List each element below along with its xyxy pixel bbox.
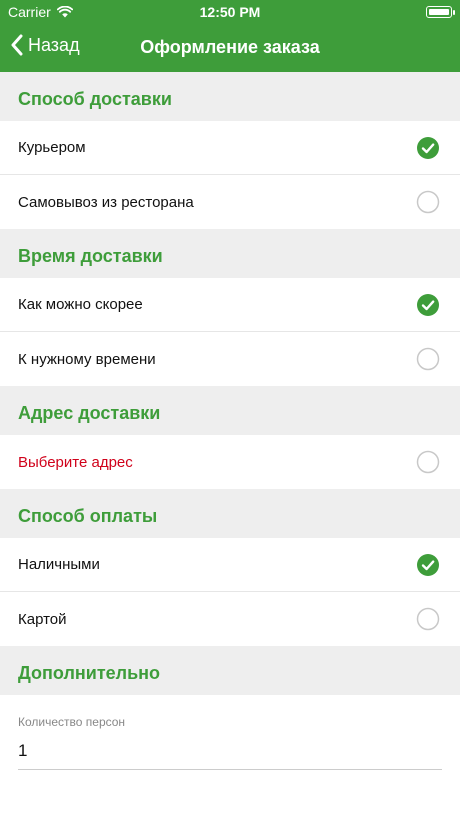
battery-icon — [426, 6, 455, 18]
delivery-method-options: Курьером Самовывоз из ресторана — [0, 121, 460, 229]
payment-method-options: Наличными Картой — [0, 538, 460, 646]
empty-circle-icon — [416, 607, 440, 631]
screen: Carrier 12:50 PM Назад Оформление заказа… — [0, 0, 460, 818]
status-time: 12:50 PM — [199, 4, 261, 20]
section-header-payment-method: Способ оплаты — [0, 489, 460, 538]
section-header-extra: Дополнительно — [0, 646, 460, 695]
option-label: Выберите адрес — [18, 453, 133, 471]
option-asap[interactable]: Как можно скорее — [0, 278, 460, 332]
empty-circle-icon — [416, 450, 440, 474]
option-label: К нужному времени — [18, 350, 156, 368]
empty-circle-icon — [416, 347, 440, 371]
option-cash[interactable]: Наличными — [0, 538, 460, 592]
checkmark-circle-icon — [417, 553, 439, 576]
top-bar: Carrier 12:50 PM Назад Оформление заказа — [0, 0, 460, 72]
option-label: Картой — [18, 610, 67, 628]
nav-bar: Назад Оформление заказа — [0, 24, 460, 72]
delivery-address-options: Выберите адрес — [0, 435, 460, 489]
persons-count-label: Количество персон — [18, 715, 126, 729]
option-label: Самовывоз из ресторана — [18, 193, 194, 211]
option-label: Курьером — [18, 139, 86, 156]
delivery-time-options: Как можно скорее К нужному времени — [0, 278, 460, 386]
section-header-delivery-time: Время доставки — [0, 229, 460, 278]
page-title: Оформление заказа — [140, 37, 320, 57]
option-card[interactable]: Картой — [0, 592, 460, 646]
status-bar: Carrier 12:50 PM — [0, 0, 460, 24]
checkmark-circle-icon — [417, 136, 439, 159]
checkmark-circle-icon — [417, 293, 439, 316]
option-courier[interactable]: Курьером — [0, 121, 460, 175]
option-scheduled-time[interactable]: К нужному времени — [0, 332, 460, 386]
option-select-address[interactable]: Выберите адрес — [0, 435, 460, 489]
empty-circle-icon — [416, 190, 440, 214]
section-header-delivery-address: Адрес доставки — [0, 386, 460, 435]
option-label: Как можно скорее — [18, 296, 143, 313]
order-form: Способ доставки Курьером Самовывоз из ре… — [0, 72, 460, 783]
option-label: Наличными — [18, 556, 100, 573]
extra-fields: Количество персон — [0, 695, 460, 783]
option-pickup[interactable]: Самовывоз из ресторана — [0, 175, 460, 229]
section-header-delivery-method: Способ доставки — [0, 72, 460, 121]
persons-count-input[interactable] — [18, 735, 442, 770]
